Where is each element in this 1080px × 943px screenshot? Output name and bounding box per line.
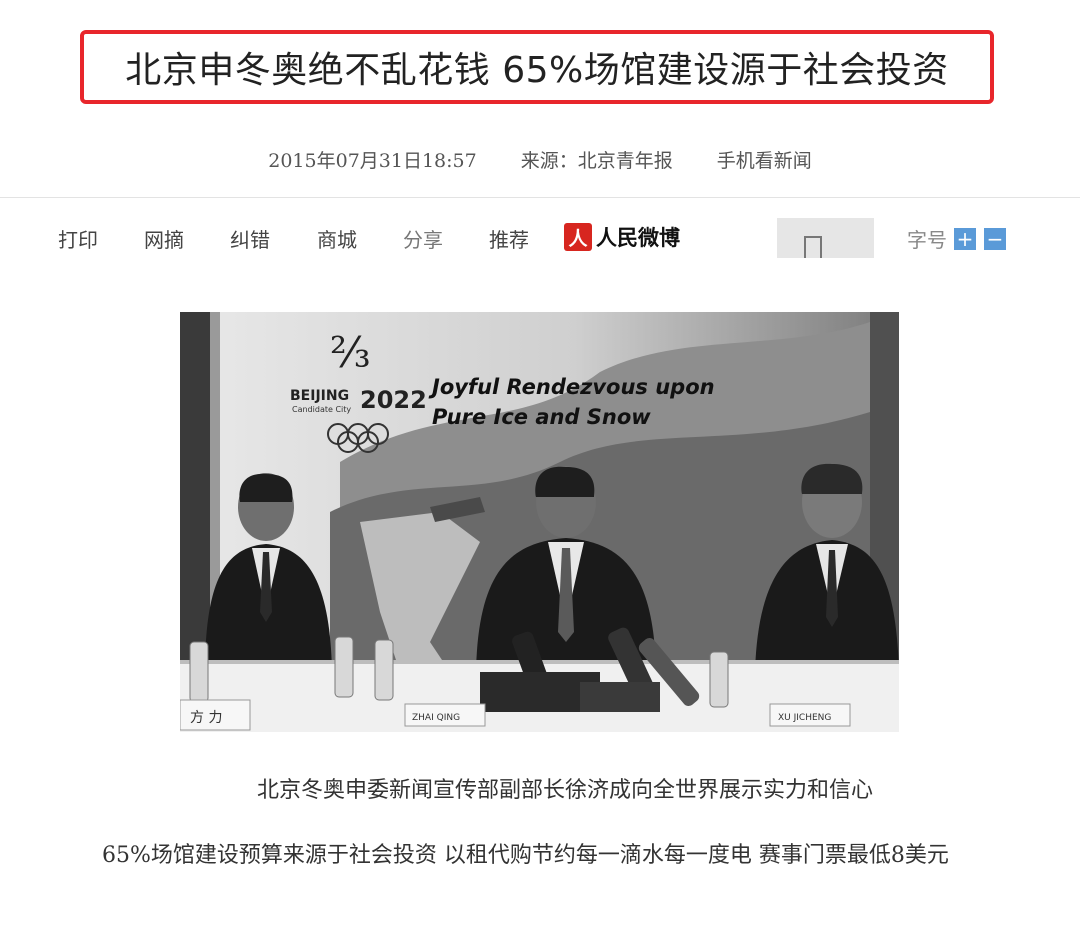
banner-line-2: Pure Ice and Snow [432, 405, 651, 429]
nameplate-left: 方 力 [190, 710, 222, 726]
nameplate-center: ZHAI QING [412, 713, 460, 723]
article-photo: ⅔ BEIJING Candidate City 2022 Joyful Ren… [180, 312, 899, 732]
headline: 北京申冬奥绝不乱花钱 65%场馆建设源于社会投资 [125, 50, 949, 91]
logo-text: BEIJING [290, 388, 349, 404]
font-size-label: 字号 [907, 228, 947, 252]
logo-year: 2022 [360, 386, 427, 414]
logo-swirl-icon: ⅔ [330, 328, 371, 377]
document-button[interactable] [777, 218, 874, 258]
banner-line-1: Joyful Rendezvous upon [428, 375, 715, 399]
weibo-label: 人民微博 [596, 226, 680, 250]
recommend-button[interactable]: 推荐 [489, 224, 529, 253]
mobile-news-link[interactable]: 手机看新闻 [717, 146, 812, 173]
document-icon [804, 236, 822, 258]
correct-button[interactable]: 纠错 [230, 224, 270, 253]
lead-paragraph: 65%场馆建设预算来源于社会投资 以租代购节约每一滴水每一度电 赛事门票最低8美… [102, 843, 949, 868]
article-meta: 2015年07月31日18:57 来源：北京青年报 手机看新闻 [0, 146, 1080, 173]
print-button[interactable]: 打印 [58, 224, 98, 253]
mall-link[interactable]: 商城 [317, 224, 357, 253]
press-conference-image: ⅔ BEIJING Candidate City 2022 Joyful Ren… [180, 312, 899, 732]
weibo-logo-icon: 人 [564, 223, 592, 251]
font-decrease-button[interactable]: − [984, 228, 1006, 250]
logo-sub: Candidate City [292, 405, 351, 414]
divider [0, 197, 1080, 198]
article-source: 来源：北京青年报 [520, 150, 673, 172]
publish-datetime: 2015年07月31日18:57 [268, 150, 477, 172]
share-button[interactable]: 分享 [403, 224, 443, 253]
photo-caption: 北京冬奥申委新闻宣传部副部长徐济成向全世界展示实力和信心 [256, 778, 873, 803]
article-toolbar: 打印 网摘 纠错 商城 分享 推荐 人 人民微博 字号 + − [0, 218, 1080, 258]
people-weibo-link[interactable]: 人 人民微博 [564, 222, 680, 252]
font-increase-button[interactable]: + [954, 228, 976, 250]
excerpt-button[interactable]: 网摘 [144, 224, 184, 253]
headline-box: 北京申冬奥绝不乱花钱 65%场馆建设源于社会投资 [80, 30, 994, 104]
nameplate-right: XU JICHENG [778, 713, 831, 723]
